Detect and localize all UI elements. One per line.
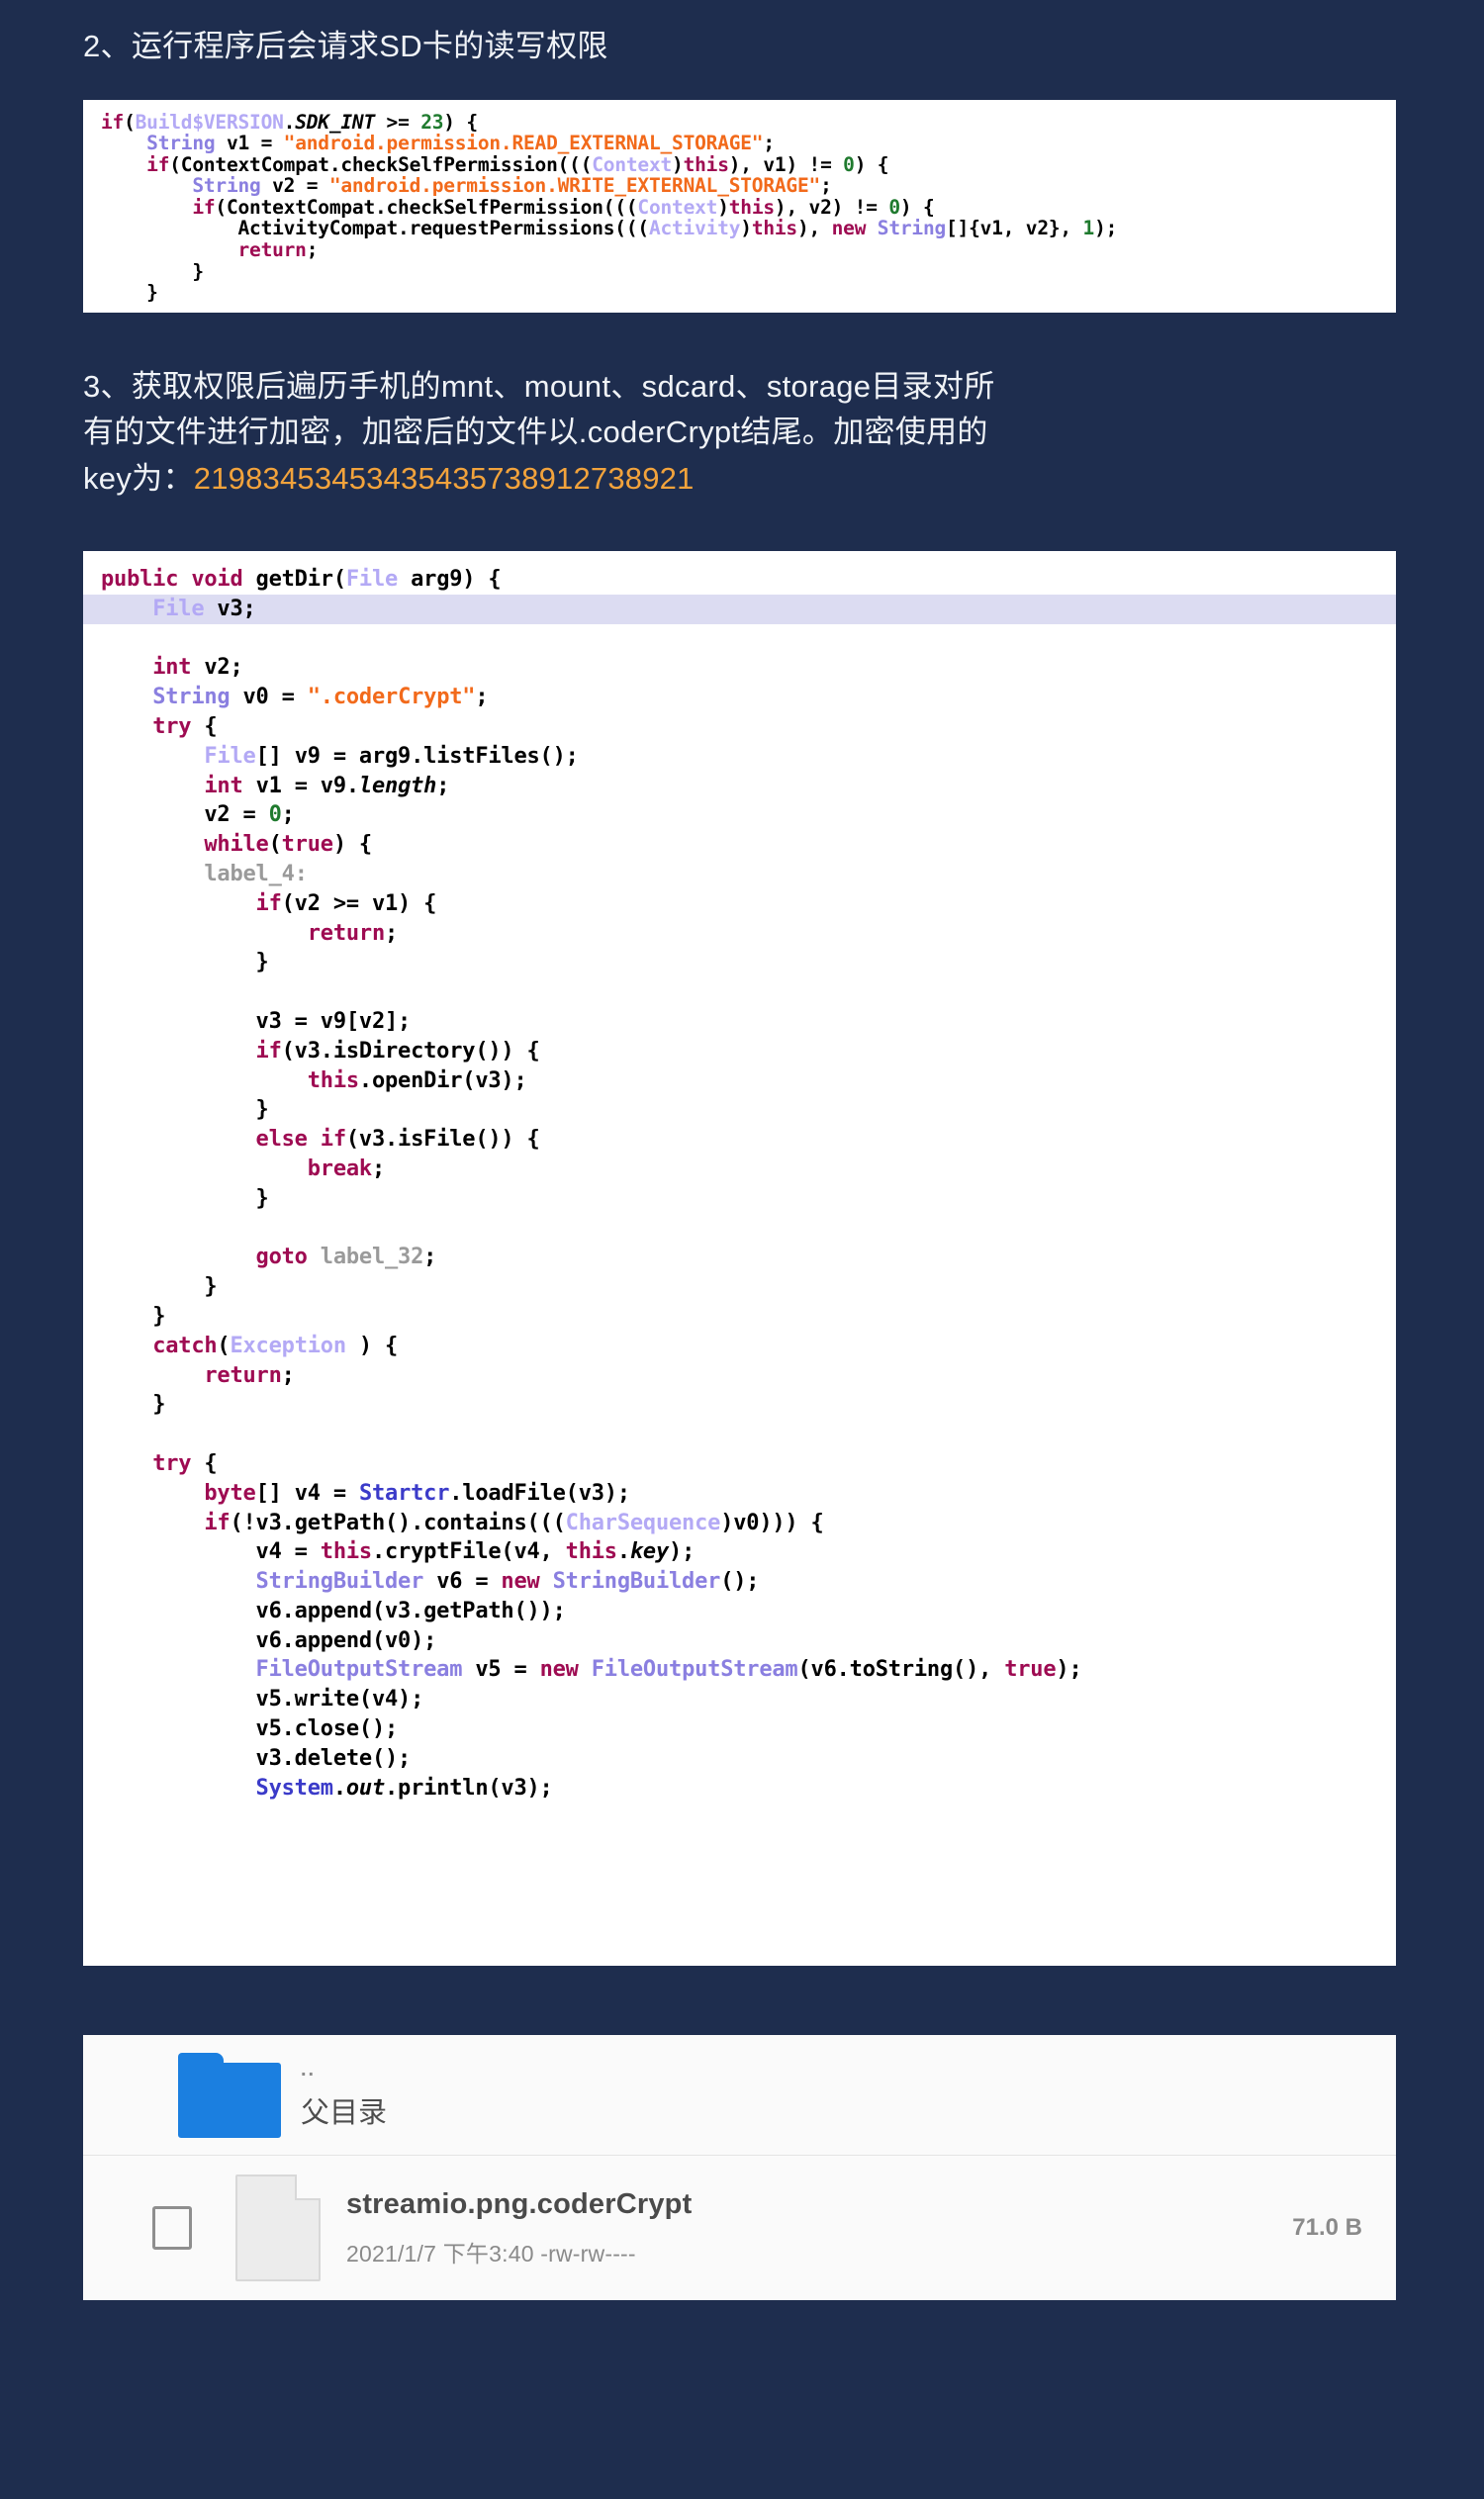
file-manager-panel: .. 父目录 streamio.png.coderCrypt 2021/1/7 … bbox=[83, 2035, 1396, 2300]
spacer-after-code2 bbox=[0, 1966, 1484, 2035]
file-row[interactable]: streamio.png.coderCrypt 2021/1/7 下午3:40 … bbox=[83, 2156, 1396, 2300]
encryption-key-value: 21983453453435435738912738921 bbox=[193, 460, 695, 496]
page-root: 2、运行程序后会请求SD卡的读写权限 if(Build$VERSION.SDK_… bbox=[0, 0, 1484, 2499]
step3-line3: key为：21983453453435435738912738921 bbox=[83, 456, 1355, 503]
parent-directory-label: 父目录 bbox=[301, 2096, 388, 2129]
step3-line2: 有的文件进行加密，加密后的文件以.coderCrypt结尾。加密使用的 bbox=[83, 415, 988, 449]
code-getdir-text: public void getDir(File arg9) { File v3;… bbox=[83, 551, 1396, 1803]
spacer-after-code1 bbox=[0, 313, 1484, 364]
file-icon bbox=[235, 2175, 321, 2281]
spacer-bottom bbox=[0, 2300, 1484, 2363]
file-size: 71.0 B bbox=[1292, 2214, 1362, 2241]
spacer-after-step3 bbox=[0, 502, 1484, 551]
file-metadata: 2021/1/7 下午3:40 -rw-rw---- bbox=[346, 2240, 636, 2267]
step3-paragraph: 3、获取权限后遍历手机的mnt、mount、sdcard、storage目录对所… bbox=[0, 364, 1415, 503]
step2-paragraph: 2、运行程序后会请求SD卡的读写权限 bbox=[0, 0, 1484, 70]
spacer-after-step2 bbox=[0, 70, 1484, 100]
parent-directory-row[interactable]: .. 父目录 bbox=[83, 2035, 1396, 2156]
file-info: streamio.png.coderCrypt 2021/1/7 下午3:40 … bbox=[346, 2188, 1292, 2268]
code-permissions-text: if(Build$VERSION.SDK_INT >= 23) { String… bbox=[101, 110, 1118, 305]
step2-text: 2、运行程序后会请求SD卡的读写权限 bbox=[83, 29, 608, 63]
parent-directory-text: .. 父目录 bbox=[301, 2060, 387, 2131]
file-select-checkbox[interactable] bbox=[152, 2206, 192, 2250]
step3-key-label: key为： bbox=[83, 460, 194, 496]
folder-icon-body bbox=[178, 2062, 281, 2138]
file-name: streamio.png.coderCrypt bbox=[346, 2187, 693, 2220]
parent-directory-dots: .. bbox=[301, 2058, 317, 2081]
step3-line1: 3、获取权限后遍历手机的mnt、mount、sdcard、storage目录对所 bbox=[83, 368, 995, 404]
code-block-getdir: public void getDir(File arg9) { File v3;… bbox=[83, 551, 1396, 1966]
code-block-permissions: if(Build$VERSION.SDK_INT >= 23) { String… bbox=[83, 99, 1396, 313]
file-icon-fold bbox=[295, 2175, 321, 2200]
folder-icon bbox=[178, 2052, 281, 2138]
